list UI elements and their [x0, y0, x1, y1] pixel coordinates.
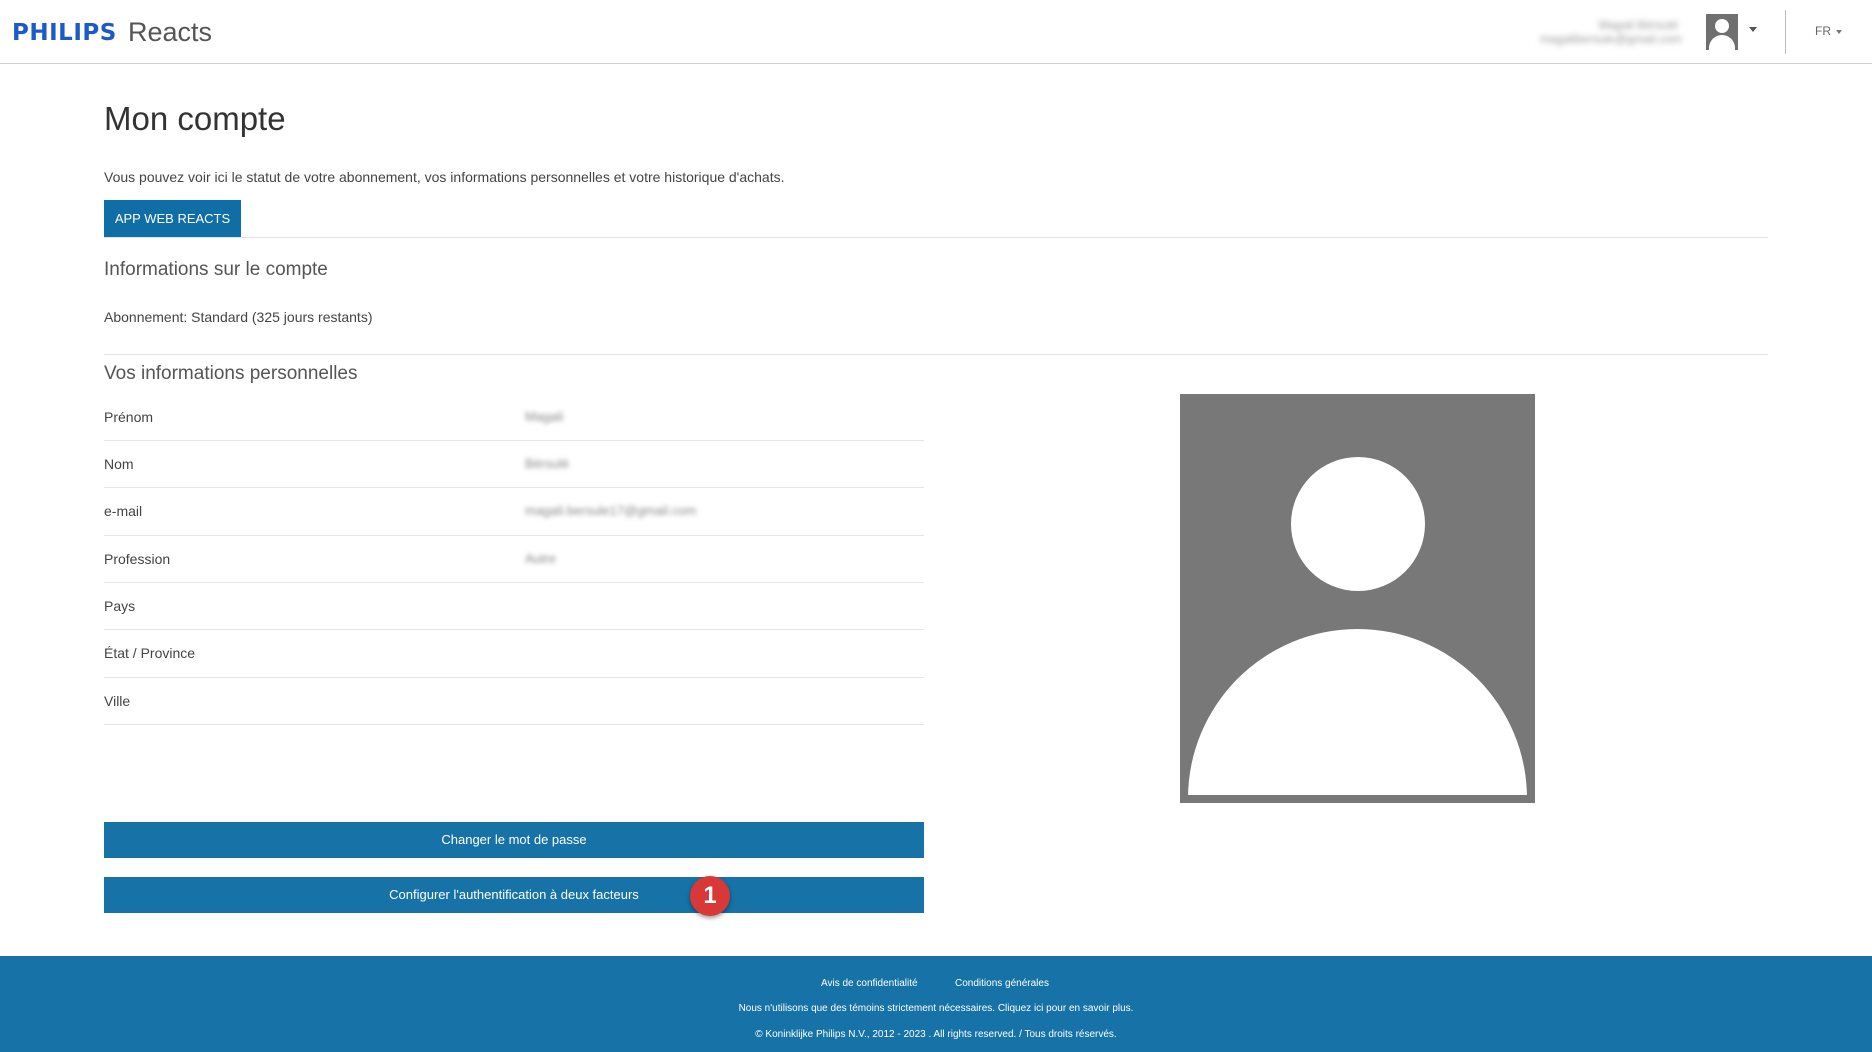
field-value-email: magali.bersule17@gmail.com [525, 503, 697, 518]
row-divider [104, 582, 924, 583]
step-number-badge: 1 [690, 876, 730, 916]
subscription-status: Abonnement: Standard (325 jours restants… [104, 309, 373, 325]
header-divider [1785, 10, 1786, 54]
configure-2fa-button[interactable]: Configurer l'authentification à deux fac… [104, 877, 924, 913]
profile-avatar-icon[interactable] [1180, 394, 1535, 803]
tab-divider [104, 237, 1768, 238]
user-email: magalibersule@gmail.com [1540, 32, 1682, 46]
top-navbar: PHILIPS Reacts Magali Bérsulé magalibers… [0, 0, 1872, 64]
field-value-profession: Autre [525, 551, 557, 566]
user-identity[interactable]: Magali Bérsulé magalibersule@gmail.com [1540, 18, 1682, 50]
field-label-state: État / Province [104, 645, 196, 661]
page-intro: Vous pouvez voir ici le statut de votre … [104, 169, 785, 185]
change-password-button[interactable]: Changer le mot de passe [104, 822, 924, 858]
page-title: Mon compte [104, 100, 286, 137]
field-label-last-name: Nom [104, 456, 134, 472]
language-label: FR [1815, 24, 1831, 38]
tab-app-web-reacts[interactable]: APP WEB REACTS [104, 200, 241, 237]
user-avatar-icon[interactable] [1706, 14, 1738, 50]
user-menu-chevron-down-icon[interactable] [1749, 27, 1757, 32]
privacy-notice-link[interactable]: Avis de confidentialité [821, 978, 918, 989]
copyright-text: © Koninklijke Philips N.V., 2012 - 2023 … [755, 1029, 1117, 1040]
personal-section-title: Vos informations personnelles [104, 363, 358, 384]
field-label-profession: Profession [104, 551, 171, 567]
philips-logo[interactable]: PHILIPS [12, 20, 117, 46]
account-section-title: Informations sur le compte [104, 259, 328, 280]
user-name: Magali Bérsulé [1598, 18, 1678, 32]
field-label-city: Ville [104, 693, 131, 709]
row-divider [104, 629, 924, 630]
field-value-first-name: Magali [525, 409, 564, 424]
app-name: Reacts [128, 17, 213, 47]
field-label-first-name: Prénom [104, 409, 154, 425]
field-label-email: e-mail [104, 503, 143, 519]
terms-link[interactable]: Conditions générales [955, 978, 1049, 989]
section-divider [104, 354, 1768, 355]
row-divider [104, 677, 924, 678]
field-value-last-name: Bérsulé [525, 456, 570, 471]
page-footer: Avis de confidentialité Conditions génér… [0, 956, 1872, 1052]
field-label-country: Pays [104, 598, 136, 614]
row-divider [104, 440, 924, 441]
row-divider [104, 535, 924, 536]
cookie-notice[interactable]: Nous n'utilisons que des témoins stricte… [0, 1003, 1872, 1014]
row-divider [104, 724, 924, 725]
language-chevron-down-icon [1836, 30, 1842, 34]
row-divider [104, 487, 924, 488]
